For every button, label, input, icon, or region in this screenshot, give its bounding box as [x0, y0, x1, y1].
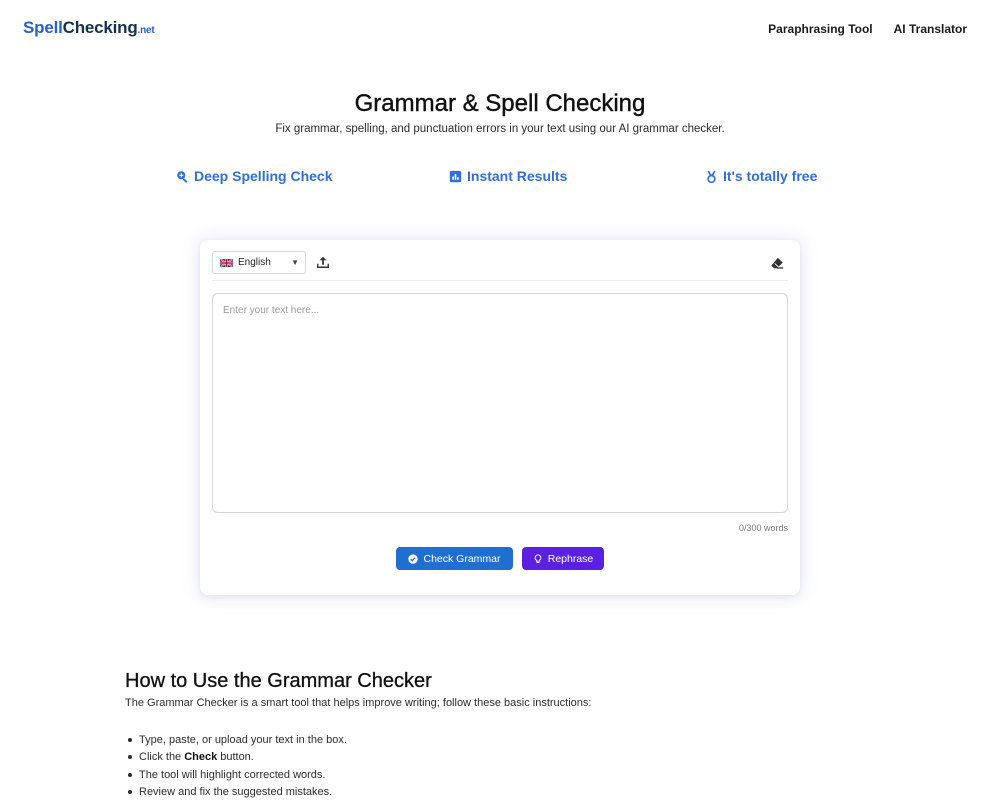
- feature-instant-results: Instant Results: [449, 168, 567, 184]
- check-grammar-button[interactable]: Check Grammar: [396, 547, 513, 570]
- rephrase-button[interactable]: Rephrase: [522, 547, 604, 570]
- site-logo[interactable]: SpellChecking.net: [23, 18, 155, 38]
- list-item: The tool will highlight corrected words.: [125, 766, 347, 784]
- text-input[interactable]: [212, 293, 788, 513]
- word-count: 0/300 words: [738, 523, 788, 533]
- bullet-icon: [128, 755, 132, 760]
- how-to-description: The Grammar Checker is a smart tool that…: [125, 697, 592, 709]
- feature-deep-spelling-check: Deep Spelling Check: [176, 168, 332, 184]
- lightbulb-icon: [534, 553, 542, 563]
- upload-icon[interactable]: [316, 255, 330, 269]
- logo-part-net: .net: [137, 25, 155, 36]
- search-zoom-icon: [177, 170, 188, 183]
- list-item: Click the Check button.: [125, 749, 347, 767]
- nav-ai-translator[interactable]: AI Translator: [894, 22, 967, 36]
- uk-flag-icon: [220, 258, 233, 267]
- editor-toolbar: English ▼: [212, 251, 788, 281]
- bullet-icon: [128, 772, 132, 777]
- feature-label: Deep Spelling Check: [194, 168, 333, 184]
- grammar-editor-card: English ▼ 0/300 words Check Grammar Reph…: [200, 240, 800, 595]
- top-nav: Paraphrasing Tool AI Translator: [768, 22, 967, 36]
- nav-paraphrasing-tool[interactable]: Paraphrasing Tool: [768, 22, 872, 36]
- rephrase-label: Rephrase: [547, 552, 594, 565]
- check-grammar-label: Check Grammar: [423, 552, 501, 565]
- language-select[interactable]: English ▼: [212, 251, 306, 274]
- chevron-down-icon: ▼: [291, 258, 299, 267]
- bullet-icon: [128, 737, 132, 742]
- medal-icon: [707, 170, 716, 183]
- bar-chart-icon: [449, 170, 462, 182]
- logo-part-checking: Checking: [62, 18, 138, 37]
- check-circle-icon: [408, 553, 419, 564]
- feature-label: It's totally free: [723, 168, 818, 184]
- feature-label: Instant Results: [467, 168, 568, 184]
- page-title: Grammar & Spell Checking: [354, 90, 646, 117]
- logo-part-spell: Spell: [23, 18, 63, 37]
- page-subtitle: Fix grammar, spelling, and punctuation e…: [275, 123, 725, 135]
- bullet-icon: [128, 790, 132, 795]
- list-item: Type, paste, or upload your text in the …: [125, 731, 347, 749]
- list-item: Review and fix the suggested mistakes.: [125, 784, 347, 800]
- language-value: English: [238, 257, 271, 268]
- how-to-title: How to Use the Grammar Checker: [125, 670, 432, 692]
- how-to-steps: Type, paste, or upload your text in the …: [125, 731, 347, 800]
- feature-totally-free: It's totally free: [705, 168, 817, 184]
- eraser-icon[interactable]: [770, 256, 784, 270]
